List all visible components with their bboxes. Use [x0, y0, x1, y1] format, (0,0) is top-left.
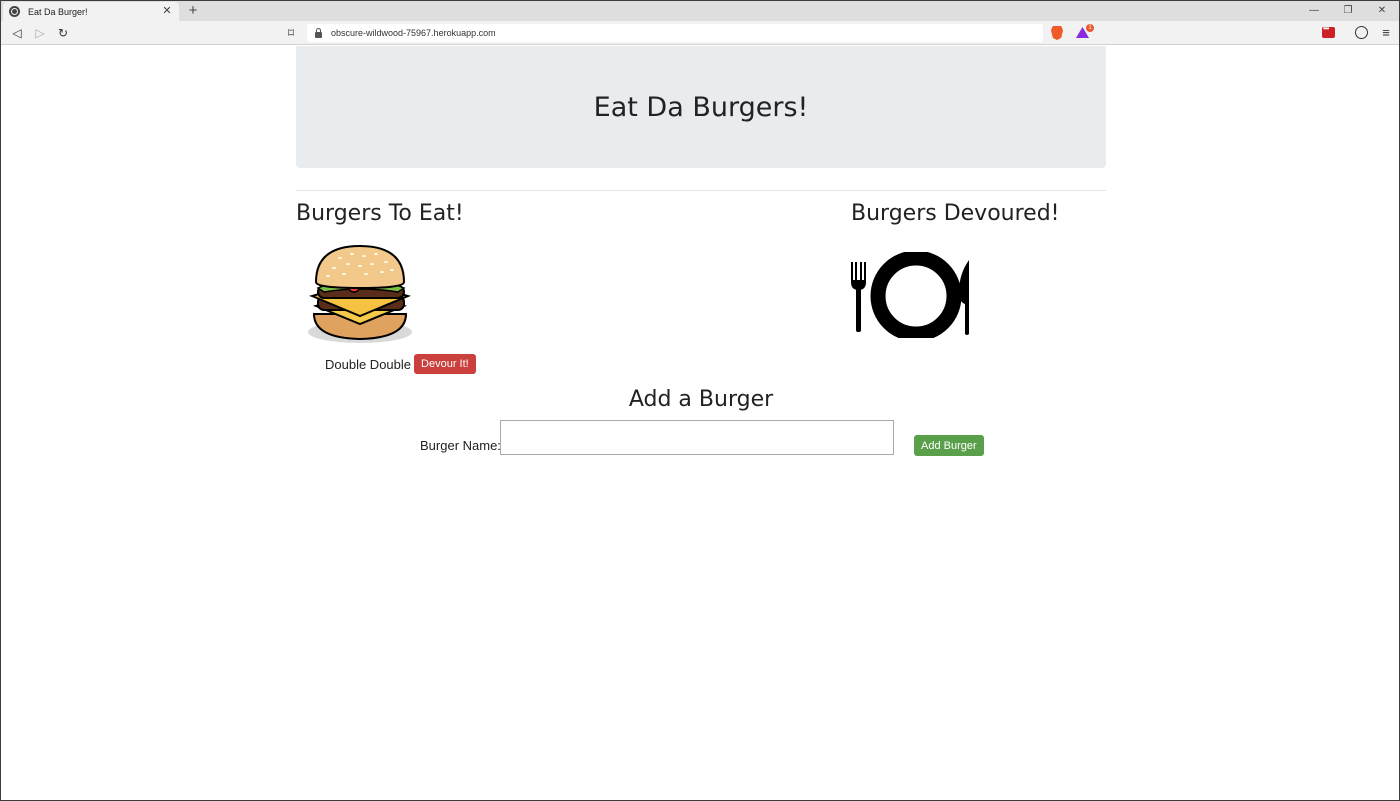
url-text: obscure-wildwood-75967.herokuapp.com: [331, 28, 496, 38]
header-jumbotron: Eat Da Burgers!: [296, 46, 1106, 168]
rewards-badge: 1: [1086, 24, 1094, 32]
add-burger-button[interactable]: Add Burger: [914, 435, 984, 456]
lock-icon: [315, 27, 322, 38]
window-controls: — ❐ ✕: [1297, 1, 1399, 21]
profile-icon[interactable]: [1355, 26, 1368, 39]
burger-name-input[interactable]: [500, 420, 894, 455]
new-tab-button[interactable]: +: [185, 3, 201, 19]
minimize-button[interactable]: —: [1297, 1, 1331, 21]
tab-close-icon[interactable]: ✕: [161, 6, 173, 17]
menu-icon[interactable]: ≡: [1379, 24, 1393, 42]
page-container: Eat Da Burgers! Burgers To Eat! Burgers …: [296, 46, 1106, 456]
forward-button[interactable]: ▷: [31, 24, 49, 42]
page-viewport: Eat Da Burgers! Burgers To Eat! Burgers …: [1, 46, 1399, 800]
browser-toolbar: ◁ ▷ ↻ ⌑ obscure-wildwood-75967.herokuapp…: [1, 21, 1399, 45]
divider: [296, 190, 1106, 191]
burgers-devoured-title: Burgers Devoured!: [851, 201, 1060, 226]
bookmark-icon[interactable]: ⌑: [282, 24, 300, 42]
burgers-to-eat-title: Burgers To Eat!: [296, 201, 464, 226]
devour-button[interactable]: Devour It!: [414, 354, 476, 374]
lastpass-extension-icon[interactable]: [1322, 24, 1335, 38]
add-burger-title: Add a Burger: [628, 387, 774, 412]
list-item: Double Double Devour It!: [325, 354, 476, 374]
page-title: Eat Da Burgers!: [593, 91, 809, 123]
close-window-button[interactable]: ✕: [1365, 1, 1399, 21]
browser-tab[interactable]: Eat Da Burger! ✕: [3, 2, 179, 21]
back-button[interactable]: ◁: [8, 24, 26, 42]
globe-icon: [9, 6, 20, 17]
restore-button[interactable]: ❐: [1331, 1, 1365, 21]
reload-button[interactable]: ↻: [54, 24, 72, 42]
burger-icon: [308, 244, 412, 343]
burger-name-label: Burger Name:: [420, 438, 501, 453]
address-bar[interactable]: obscure-wildwood-75967.herokuapp.com: [307, 24, 1043, 42]
tab-strip: Eat Da Burger! ✕ + — ❐ ✕: [1, 1, 1399, 21]
browser-window: Eat Da Burger! ✕ + — ❐ ✕ ◁ ▷ ↻ ⌑ obscure…: [0, 0, 1400, 801]
plate-cutlery-icon: [851, 252, 969, 338]
tab-title: Eat Da Burger!: [28, 6, 88, 17]
brave-shield-icon[interactable]: [1051, 26, 1063, 40]
burger-name: Double Double: [325, 356, 412, 372]
